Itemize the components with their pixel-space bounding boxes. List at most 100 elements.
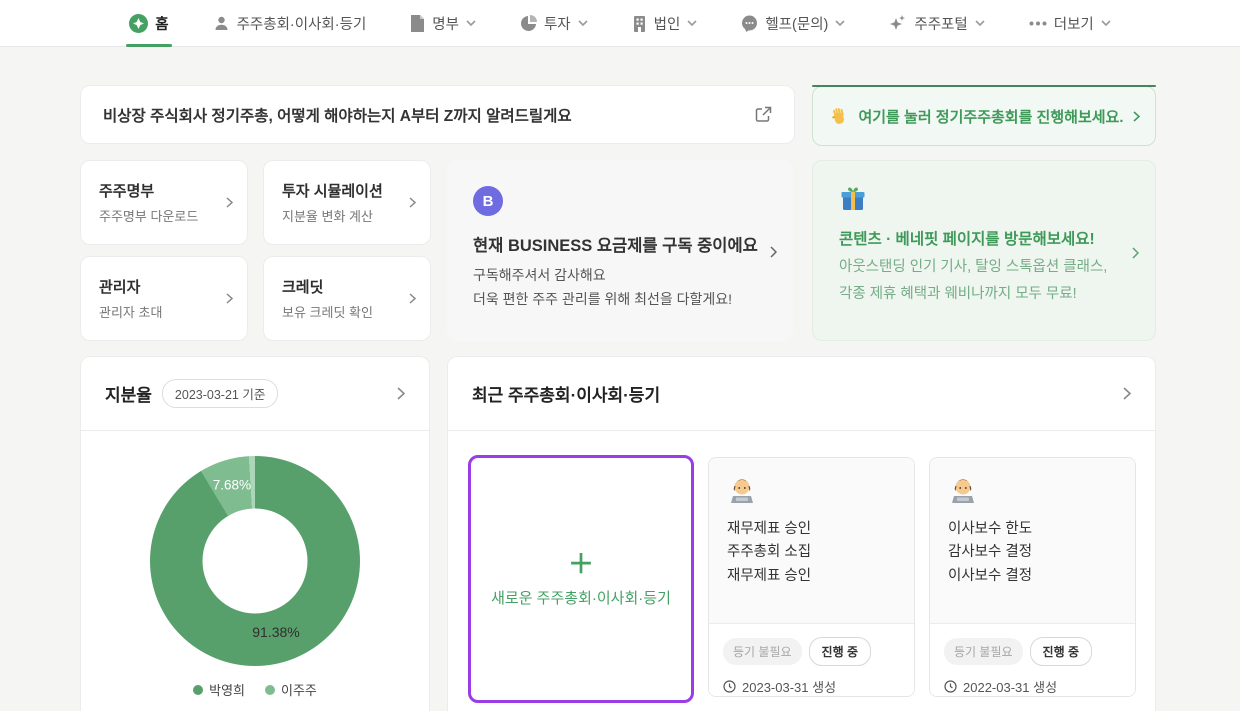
nav-tab-corporation[interactable]: 법인 (632, 0, 698, 47)
ownership-donut-chart: 7.68% 91.38% 박영희 이주주 (81, 431, 429, 699)
agenda-line: 재무제표 승인 (727, 518, 914, 541)
notice-banner[interactable]: 비상장 주식회사 정기주총, 어떻게 해야하는지 A부터 Z까지 알려드릴게요 (80, 85, 795, 144)
chevron-right-icon (1133, 111, 1140, 122)
meeting-card[interactable]: 재무제표 승인 주주총회 소집 재무제표 승인 등기 불필요 진행 중 (708, 457, 915, 697)
nav-tab-roster[interactable]: 명부 (410, 0, 476, 47)
active-tab-underline (126, 44, 172, 47)
bottom-row: 지분율 2023-03-21 기준 7.68% 91.38% 박영희 (80, 356, 1156, 711)
nav-label: 법인 (654, 13, 681, 34)
clapping-hands-icon (828, 106, 849, 127)
quick-card-admin[interactable]: 관리자 관리자 초대 (80, 256, 248, 341)
chevron-down-icon (975, 20, 985, 26)
created-date: 2023-03-31 생성 (742, 677, 836, 696)
meeting-card[interactable]: 이사보수 한도 감사보수 결정 이사보수 결정 등기 불필요 진행 중 (929, 457, 1136, 697)
chevron-right-icon (770, 246, 777, 258)
benefit-card-line2: 각종 제휴 혜택과 웨비나까지 모두 무료! (839, 282, 1137, 303)
nav-tab-help[interactable]: 헬프(문의) (741, 0, 845, 47)
chevron-down-icon (687, 20, 697, 26)
legend-item: 박영희 (193, 680, 245, 699)
recent-meetings-header: 최근 주주총회·이사회·등기 (448, 357, 1155, 431)
recent-meetings-title: 최근 주주총회·이사회·등기 (472, 381, 660, 406)
business-plan-badge: B (473, 186, 503, 216)
ellipsis-icon (1029, 21, 1047, 26)
nav-label: 헬프(문의) (765, 13, 828, 34)
donut-chart: 7.68% 91.38% (150, 456, 360, 666)
registration-not-required-badge: 등기 불필요 (944, 638, 1023, 665)
external-link-icon (755, 106, 772, 123)
quick-card-shareholder-roster[interactable]: 주주명부 주주명부 다운로드 (80, 160, 248, 245)
benefit-content-card[interactable]: 콘텐츠 · 베네핏 페이지를 방문해보세요! 아웃스탠딩 인기 기사, 탈잉 스… (812, 160, 1156, 341)
nav-label: 더보기 (1054, 13, 1094, 34)
donut-legend: 박영희 이주주 (193, 680, 317, 699)
cards-row: 주주명부 주주명부 다운로드 투자 시뮬레이션 지분율 변화 계산 관리 (80, 160, 1156, 341)
cta-top-accent-line (812, 85, 1156, 87)
legend-label: 박영희 (209, 680, 245, 699)
chevron-right-icon (409, 197, 416, 208)
home-compass-icon (129, 14, 148, 33)
new-meeting-label: 새로운 주주총회·이사회·등기 (491, 587, 671, 608)
agenda-line: 이사보수 결정 (948, 565, 1135, 588)
ownership-card-header: 지분율 2023-03-21 기준 (81, 357, 429, 431)
chevron-right-icon[interactable] (397, 387, 405, 400)
nav-tab-meetings[interactable]: 주주총회·이사회·등기 (213, 0, 367, 47)
notice-banner-text: 비상장 주식회사 정기주총, 어떻게 해야하는지 A부터 Z까지 알려드릴게요 (103, 104, 755, 126)
chevron-right-icon (1132, 247, 1139, 259)
plan-card-title: 현재 BUSINESS 요금제를 구독 중이에요 (473, 232, 775, 256)
chevron-down-icon (835, 20, 845, 26)
in-progress-badge: 진행 중 (809, 637, 871, 666)
top-navigation: 홈 주주총회·이사회·등기 명부 투자 법인 (0, 0, 1240, 47)
chevron-down-icon (578, 20, 588, 26)
donut-hole (203, 509, 308, 614)
subscription-plan-card[interactable]: B 현재 BUSINESS 요금제를 구독 중이에요 구독해주셔서 감사해요 더… (447, 160, 793, 341)
benefit-card-title: 콘텐츠 · 베네핏 페이지를 방문해보세요! (839, 227, 1137, 249)
quick-card-subtitle: 보유 크레딧 확인 (282, 302, 409, 321)
plan-card-line2: 더욱 편한 주주 관리를 위해 최선을 다할게요! (473, 289, 775, 309)
agm-cta-text: 여기를 눌러 정기주주총회를 진행해보세요. (858, 106, 1123, 127)
as-of-date-badge: 2023-03-21 기준 (162, 379, 278, 408)
agenda-line: 이사보수 한도 (948, 518, 1135, 541)
building-icon (632, 15, 647, 32)
donut-label-main: 91.38% (252, 624, 299, 640)
nav-tab-more[interactable]: 더보기 (1029, 0, 1111, 47)
chevron-down-icon (1101, 20, 1111, 26)
quick-card-credits[interactable]: 크레딧 보유 크레딧 확인 (263, 256, 431, 341)
quick-cards-grid: 주주명부 주주명부 다운로드 투자 시뮬레이션 지분율 변화 계산 관리 (80, 160, 431, 341)
chevron-right-icon (226, 197, 233, 208)
quick-card-subtitle: 지분율 변화 계산 (282, 206, 409, 225)
person-icon (213, 15, 230, 32)
banner-row: 비상장 주식회사 정기주총, 어떻게 해야하는지 A부터 Z까지 알려드릴게요 … (80, 85, 1156, 146)
quick-card-title: 관리자 (99, 276, 226, 297)
technologist-emoji-icon (727, 476, 914, 506)
nav-tab-home[interactable]: 홈 (129, 0, 168, 47)
nav-label: 주주총회·이사회·등기 (237, 13, 367, 34)
plus-icon: ＋ (568, 551, 594, 577)
created-date: 2022-03-31 생성 (963, 677, 1057, 696)
chevron-down-icon (466, 20, 476, 26)
agenda-line: 주주총회 소집 (727, 541, 914, 564)
agenda-line: 감사보수 결정 (948, 541, 1135, 564)
agm-cta-banner[interactable]: 여기를 눌러 정기주주총회를 진행해보세요. (812, 85, 1156, 146)
nav-tab-investment[interactable]: 투자 (520, 0, 588, 47)
pie-chart-icon (520, 15, 537, 32)
quick-card-subtitle: 주주명부 다운로드 (99, 206, 226, 225)
chat-bubble-icon (741, 15, 758, 32)
registration-not-required-badge: 등기 불필요 (723, 638, 802, 665)
legend-dot (265, 685, 275, 695)
quick-card-investment-simulation[interactable]: 투자 시뮬레이션 지분율 변화 계산 (263, 160, 431, 245)
nav-label: 투자 (544, 13, 571, 34)
legend-item: 이주주 (265, 680, 317, 699)
plan-card-line1: 구독해주셔서 감사해요 (473, 265, 775, 286)
quick-card-title: 크레딧 (282, 276, 409, 297)
legend-label: 이주주 (281, 680, 317, 699)
chevron-right-icon[interactable] (1123, 387, 1131, 400)
nav-tab-shareholder-portal[interactable]: 주주포털 (889, 0, 984, 47)
sparkles-icon (889, 14, 907, 32)
document-icon (410, 15, 425, 32)
ownership-title: 지분율 (105, 381, 152, 406)
gift-icon (839, 185, 1137, 213)
nav-label: 명부 (432, 13, 459, 34)
clock-icon (723, 680, 736, 693)
quick-card-subtitle: 관리자 초대 (99, 302, 226, 321)
chevron-right-icon (226, 293, 233, 304)
new-meeting-card[interactable]: ＋ 새로운 주주총회·이사회·등기 (468, 455, 694, 703)
